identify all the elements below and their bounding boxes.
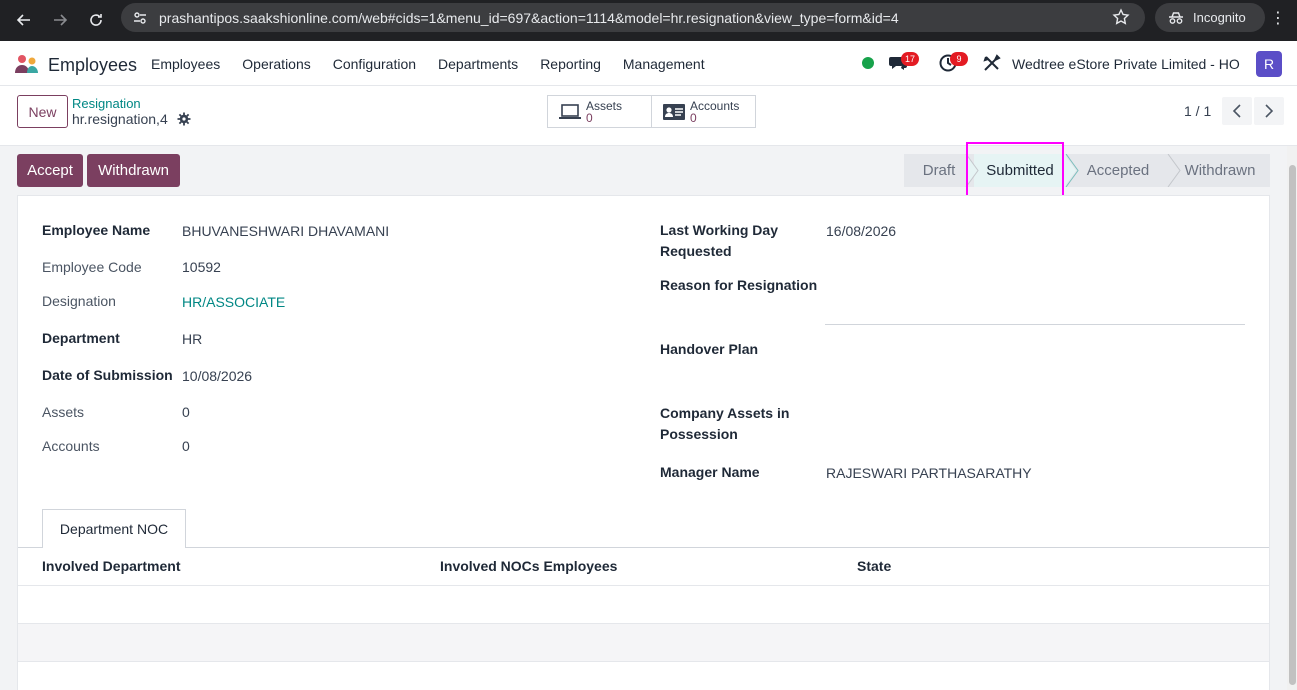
column-involved-department[interactable]: Involved Department — [42, 558, 180, 574]
reload-icon[interactable] — [84, 8, 108, 32]
label-assets: Assets — [42, 404, 85, 420]
withdrawn-button[interactable]: Withdrawn — [87, 154, 180, 187]
label-reason-for-resignation: Reason for Resignation — [660, 277, 818, 293]
breadcrumb-resignation[interactable]: Resignation — [72, 96, 141, 111]
accounts-smart-label: Accounts — [690, 98, 740, 113]
gear-icon[interactable] — [177, 112, 191, 126]
chat-badge: 17 — [901, 52, 920, 66]
label-accounts: Accounts — [42, 438, 100, 454]
accounts-smart-button[interactable]: Accounts 0 — [651, 95, 756, 128]
value-manager-name[interactable]: RAJESWARI PARTHASARATHY — [826, 465, 1032, 481]
employees-app-icon[interactable] — [14, 54, 40, 74]
value-last-working-day[interactable]: 16/08/2026 — [826, 223, 896, 239]
stage-accepted[interactable]: Accepted — [1066, 154, 1170, 187]
label-date-of-submission: Date of Submission — [42, 367, 173, 383]
table-row — [18, 624, 1269, 661]
main-menu: Employees Operations Configuration Depar… — [140, 56, 716, 72]
forward-icon[interactable] — [48, 8, 72, 32]
laptop-icon — [559, 103, 581, 119]
label-company-assets: Company Assets in Possession — [660, 405, 790, 442]
label-last-working-day: Last Working Day Requested — [660, 222, 778, 259]
label-department: Department — [42, 330, 120, 346]
chevron-left-icon — [1232, 104, 1241, 118]
id-card-icon — [663, 103, 685, 120]
menu-reporting[interactable]: Reporting — [540, 56, 601, 72]
browser-menu-icon[interactable]: ⋮ — [1270, 8, 1286, 28]
user-avatar[interactable]: R — [1256, 51, 1282, 77]
assets-smart-button[interactable]: Assets 0 — [547, 95, 652, 128]
menu-management[interactable]: Management — [623, 56, 705, 72]
new-button[interactable]: New — [17, 95, 68, 128]
activity-badge: 9 — [950, 52, 968, 66]
tab-department-noc[interactable]: Department NOC — [42, 509, 186, 548]
incognito-indicator[interactable]: Incognito — [1155, 3, 1265, 32]
pager-previous-button[interactable] — [1222, 97, 1252, 125]
table-row-divider — [18, 623, 1269, 624]
debug-tools-icon[interactable] — [982, 53, 1002, 73]
presence-status-dot[interactable] — [862, 57, 874, 69]
breadcrumb-current: hr.resignation,4 — [72, 111, 168, 127]
value-accounts: 0 — [182, 438, 190, 454]
value-department[interactable]: HR — [182, 331, 202, 347]
label-manager-name: Manager Name — [660, 464, 760, 480]
value-employee-code[interactable]: 10592 — [182, 259, 221, 275]
value-employee-name[interactable]: BHUVANESHWARI DHAVAMANI — [182, 223, 389, 239]
browser-toolbar: prashantipos.saakshionline.com/web#cids=… — [0, 0, 1297, 41]
table-header-divider — [18, 585, 1269, 586]
value-assets: 0 — [182, 404, 190, 420]
value-date-of-submission[interactable]: 10/08/2026 — [182, 368, 252, 384]
stage-withdrawn[interactable]: Withdrawn — [1170, 154, 1270, 187]
tab-underline — [18, 547, 1269, 548]
stage-arrow-separator — [1167, 154, 1181, 187]
label-employee-name: Employee Name — [42, 222, 151, 238]
value-designation[interactable]: HR/ASSOCIATE — [182, 294, 285, 310]
label-employee-code: Employee Code — [42, 259, 142, 275]
label-handover-plan: Handover Plan — [660, 341, 759, 357]
site-settings-icon[interactable] — [132, 10, 148, 29]
app-name[interactable]: Employees — [48, 55, 137, 76]
table-row-divider — [18, 661, 1269, 662]
column-state[interactable]: State — [857, 558, 891, 574]
menu-configuration[interactable]: Configuration — [333, 56, 416, 72]
url-text: prashantipos.saakshionline.com/web#cids=… — [159, 10, 899, 26]
label-designation: Designation — [42, 293, 116, 309]
menu-departments[interactable]: Departments — [438, 56, 518, 72]
incognito-label: Incognito — [1193, 10, 1246, 25]
pager-value[interactable]: 1 / 1 — [1184, 103, 1211, 119]
column-involved-noc-employees[interactable]: Involved NOCs Employees — [440, 558, 617, 574]
company-switcher[interactable]: Wedtree eStore Private Limited - HO — [1012, 56, 1240, 72]
incognito-icon — [1169, 11, 1183, 24]
accounts-smart-value: 0 — [690, 110, 697, 125]
highlight-box — [966, 142, 1064, 201]
reason-field-underline — [825, 324, 1245, 325]
assets-smart-label: Assets — [586, 98, 623, 113]
chevron-right-icon — [1265, 104, 1274, 118]
menu-employees[interactable]: Employees — [151, 56, 220, 72]
scrollbar-thumb[interactable] — [1289, 165, 1296, 685]
assets-smart-value: 0 — [586, 110, 593, 125]
bookmark-star-icon[interactable] — [1112, 8, 1130, 29]
menu-operations[interactable]: Operations — [242, 56, 310, 72]
pager-next-button[interactable] — [1254, 97, 1284, 125]
back-icon[interactable] — [12, 8, 36, 32]
accept-button[interactable]: Accept — [17, 154, 83, 187]
stage-arrow-separator — [1064, 154, 1079, 187]
